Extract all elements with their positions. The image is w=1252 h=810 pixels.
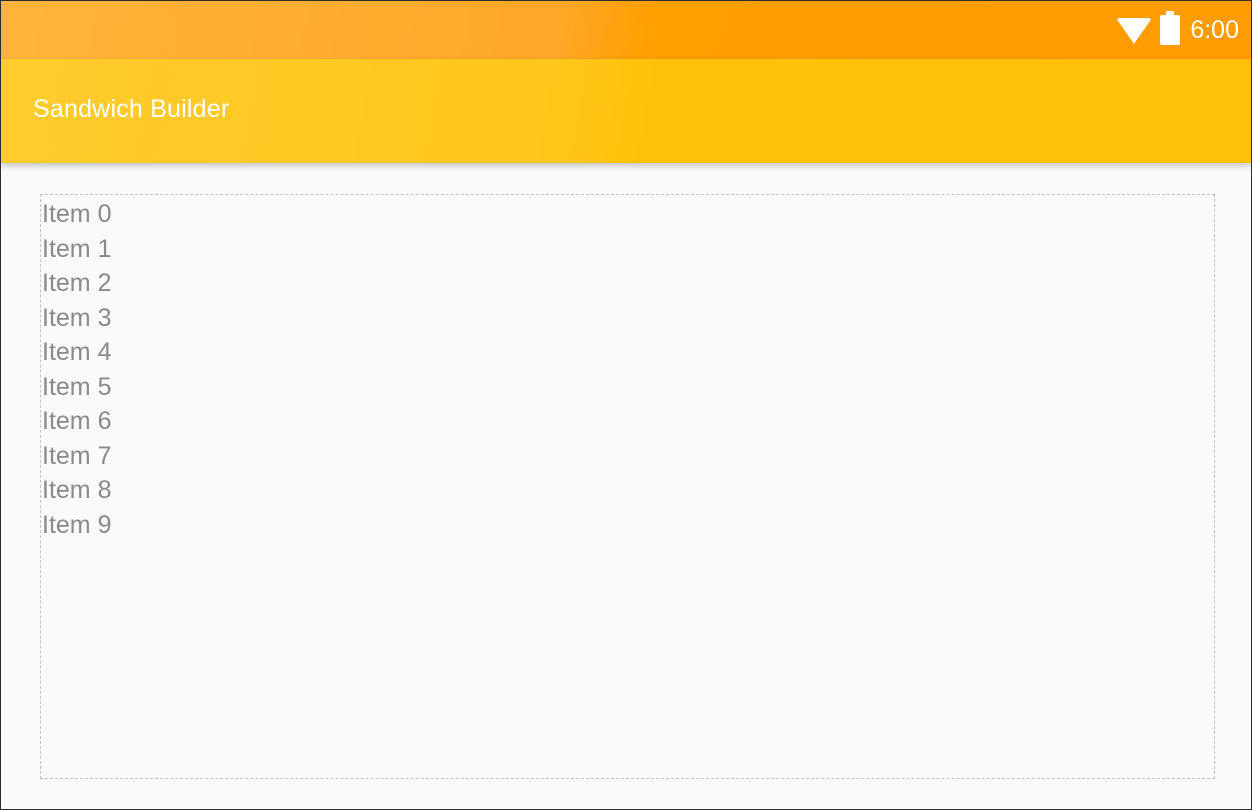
list-item[interactable]: Item 6 [41,404,1214,439]
list-item[interactable]: Item 5 [41,370,1214,405]
status-time: 6:00 [1190,15,1239,44]
app-title: Sandwich Builder [33,95,230,123]
wifi-icon [1116,18,1153,44]
list-item[interactable]: Item 9 [41,508,1214,543]
list-item[interactable]: Item 8 [41,473,1214,508]
list-item[interactable]: Item 2 [41,266,1214,301]
list-item[interactable]: Item 4 [41,335,1214,370]
list-item[interactable]: Item 0 [41,197,1214,232]
app-bar: Sandwich Builder [1,59,1251,163]
battery-icon [1160,11,1181,45]
list-item[interactable]: Item 7 [41,439,1214,474]
device-screen: 6:00 Sandwich Builder Item 0 Item 1 Item… [0,0,1252,810]
item-list[interactable]: Item 0 Item 1 Item 2 Item 3 Item 4 Item … [40,194,1215,779]
status-bar: 6:00 [1,1,1251,59]
list-item[interactable]: Item 1 [41,232,1214,267]
list-item[interactable]: Item 3 [41,301,1214,336]
status-icons: 6:00 [1116,11,1239,47]
